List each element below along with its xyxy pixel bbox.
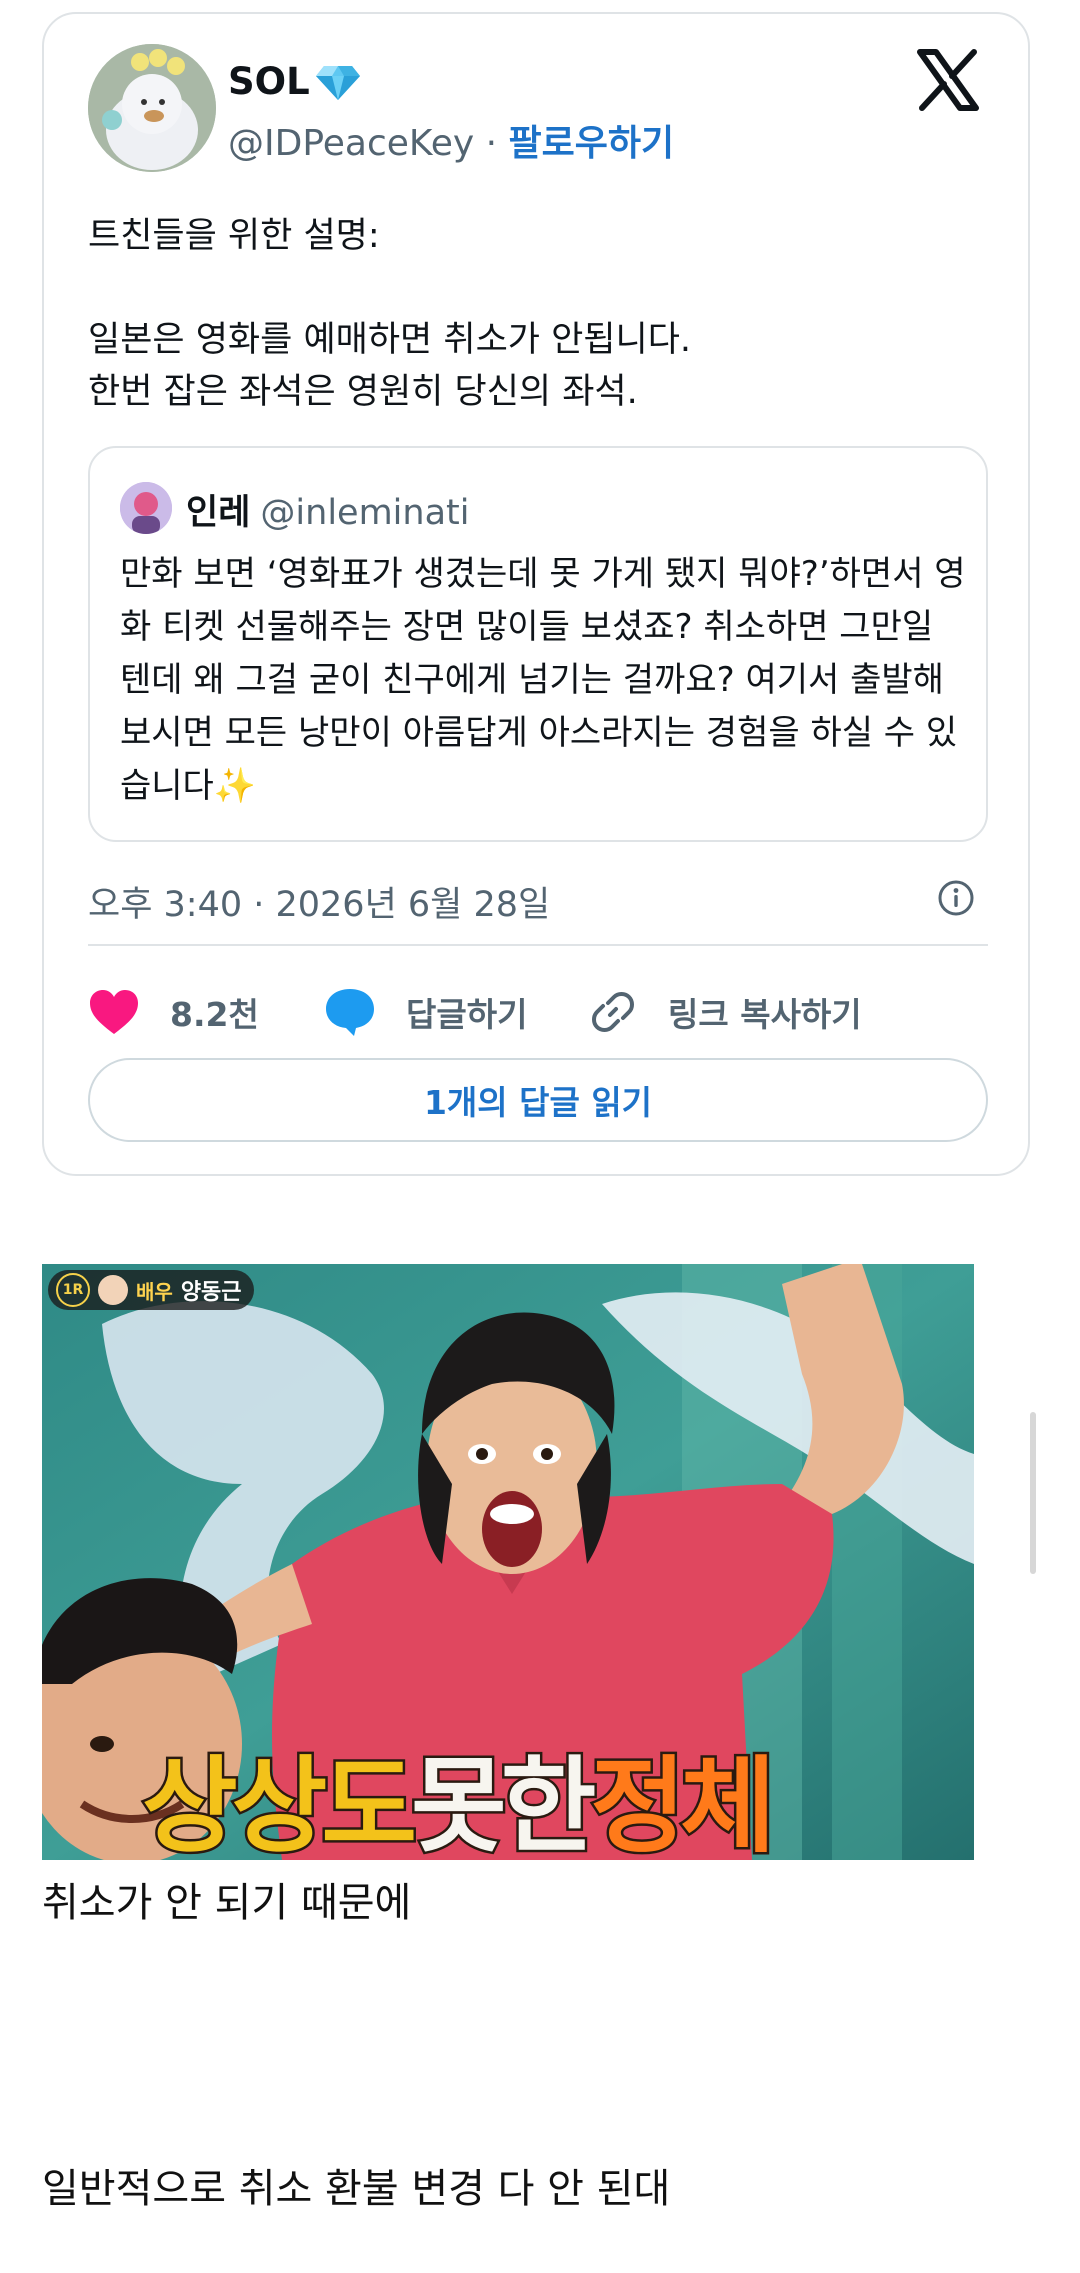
- tweet-line: 일본은 영화를 예매하면 취소가 안됩니다.: [88, 320, 692, 360]
- quote-avatar: [120, 482, 172, 534]
- link-icon: [592, 992, 634, 1032]
- quote-text: 만화 보면 ‘영화표가 생겼는데 못 가게 됐지 뭐야?’하면서 영화 티켓 선…: [120, 554, 966, 806]
- reply-label: 답글하기: [406, 995, 528, 1034]
- quote-name: 인레: [186, 493, 251, 533]
- display-name-text: SOL: [228, 60, 310, 103]
- like-count: 8.2천: [170, 995, 259, 1034]
- profile-avatar[interactable]: [88, 44, 216, 172]
- user-handle[interactable]: @IDPeaceKey: [228, 123, 474, 164]
- separator: ·: [474, 123, 509, 164]
- reply-button[interactable]: 답글하기: [324, 972, 527, 1052]
- diamond-badge-icon: [314, 62, 362, 102]
- scrollbar[interactable]: [1030, 1412, 1036, 1574]
- caption-part2: 못한: [409, 1745, 599, 1861]
- meme-badge: 1R 배우 양동근: [48, 1270, 254, 1310]
- tweet-actions: 8.2천 답글하기 링크 복사하기: [88, 972, 988, 1052]
- quote-author: 인레 @inleminati: [186, 484, 469, 535]
- quoted-tweet[interactable]: 인레 @inleminati 만화 보면 ‘영화표가 생겼는데 못 가게 됐지 뭐…: [88, 446, 988, 842]
- badge-role: 배우: [136, 1279, 173, 1304]
- follow-link[interactable]: 팔로우하기: [509, 123, 675, 164]
- meme-caption: 상상도못한정체: [139, 1752, 778, 1861]
- badge-face-icon: [98, 1275, 128, 1305]
- copy-link-label: 링크 복사하기: [668, 995, 862, 1034]
- round-label: 1R: [56, 1273, 90, 1307]
- badge-name: 양동근: [180, 1280, 242, 1305]
- read-replies-button[interactable]: 1개의 답글 읽기: [88, 1058, 988, 1142]
- body-text-line1: 취소가 안 되기 때문에: [42, 1880, 412, 1926]
- heart-icon: [90, 990, 138, 1034]
- tweet-card: SOL @IDPeaceKey · 팔로우하기 트친들을 위한 설명: 일본은 …: [42, 12, 1030, 1176]
- copy-link-button[interactable]: 링크 복사하기: [588, 972, 862, 1052]
- tweet-text: 트친들을 위한 설명: 일본은 영화를 예매하면 취소가 안됩니다. 한번 잡은…: [88, 210, 988, 418]
- reply-bubble-icon: [326, 989, 374, 1036]
- tweet-line: 한번 잡은 좌석은 영원히 당신의 좌석.: [88, 372, 638, 412]
- tweet-timestamp[interactable]: 오후 3:40 · 2026년 6월 28일: [88, 876, 550, 927]
- tweet-line: 트친들을 위한 설명:: [88, 216, 380, 256]
- body-text-line2: 일반적으로 취소 환불 변경 다 안 된대: [42, 2166, 671, 2212]
- handle-row: @IDPeaceKey · 팔로우하기: [228, 114, 674, 166]
- like-button[interactable]: 8.2천: [88, 972, 259, 1052]
- caption-part1: 상상도: [139, 1745, 419, 1861]
- x-logo-icon[interactable]: [916, 48, 980, 112]
- meme-image: 1R 배우 양동근 상상도못한정체: [42, 1264, 974, 1860]
- display-name[interactable]: SOL: [228, 60, 362, 103]
- info-icon[interactable]: [936, 878, 976, 918]
- divider: [88, 944, 988, 946]
- caption-part3: 정체: [588, 1745, 778, 1861]
- quote-handle: @inleminati: [260, 493, 470, 533]
